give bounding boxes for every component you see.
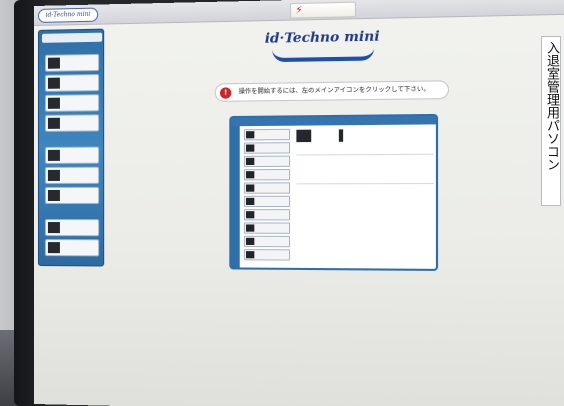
sidebar-item-2[interactable] (45, 74, 99, 92)
emergency-alert-button[interactable]: ⚡ (290, 2, 356, 19)
selected-item-icon (296, 130, 311, 142)
panel-header (231, 116, 436, 126)
building-icon (48, 242, 60, 253)
monitor-screen: id-Techno mini ⚡ id·Techno mini ! 操作を開始す… (34, 0, 564, 406)
person-icon (246, 131, 254, 138)
pc-label-sticker: 入退室管理用パソコン (541, 36, 561, 206)
card-icon (246, 158, 254, 165)
brand-swoosh (272, 48, 374, 62)
alert-icon: ! (220, 87, 231, 98)
sidebar-item-6[interactable] (45, 167, 99, 184)
sidebar-item-1[interactable] (45, 54, 99, 72)
card-icon (48, 98, 60, 109)
card-icon (48, 78, 60, 89)
brand-logo: id·Techno mini (264, 27, 381, 64)
top-bar: id-Techno mini ⚡ (34, 0, 564, 26)
main-menu-description-panel (229, 114, 438, 271)
panel-button-5[interactable] (244, 182, 290, 193)
photo-scene: id-Techno mini ⚡ id·Techno mini ! 操作を開始す… (0, 0, 564, 406)
instruction-text: 操作を開始するには、左のメインアイコンをクリックして下さい。 (239, 86, 430, 96)
panel-button-9[interactable] (244, 236, 290, 247)
panel-button-6[interactable] (244, 196, 290, 207)
gear-icon (48, 190, 60, 201)
list-icon (246, 211, 254, 218)
panel-button-2[interactable] (244, 142, 290, 154)
panel-button-4[interactable] (244, 169, 290, 180)
panel-button-8[interactable] (244, 222, 290, 233)
panel-button-3[interactable] (244, 156, 290, 168)
sidebar-item-5[interactable] (45, 147, 99, 164)
selected-item-marker (339, 129, 343, 141)
pc-label-text: 入退室管理用パソコン (544, 41, 559, 171)
sidebar-item-4[interactable] (45, 114, 99, 132)
panel-description-area (296, 129, 436, 269)
brand-logo-text: id·Techno mini (264, 29, 381, 47)
panel-button-10[interactable] (244, 249, 290, 261)
instruction-notice: ! 操作を開始するには、左のメインアイコンをクリックして下さい。 (215, 80, 449, 102)
sidebar-item-8[interactable] (45, 219, 99, 236)
lightning-icon: ⚡ (295, 5, 302, 18)
app-logo-small: id-Techno mini (38, 8, 98, 23)
card-icon (246, 144, 254, 151)
panel-button-1[interactable] (244, 129, 290, 141)
description-divider (296, 183, 433, 184)
main-sidebar (38, 29, 104, 267)
network-icon (246, 238, 254, 245)
card-icon (48, 118, 60, 129)
list-icon (48, 150, 60, 161)
gear-icon (246, 224, 254, 231)
list-icon (246, 198, 254, 205)
sidebar-top-strip[interactable] (42, 33, 102, 43)
sidebar-item-3[interactable] (45, 94, 99, 112)
sidebar-item-9[interactable] (45, 239, 99, 256)
person-icon (48, 58, 60, 69)
card-icon (246, 171, 254, 178)
building-icon (246, 251, 254, 258)
list-icon (48, 170, 60, 181)
panel-side-strip (231, 126, 239, 267)
sidebar-item-7[interactable] (45, 187, 99, 204)
description-divider (296, 154, 433, 156)
network-icon (48, 222, 60, 233)
list-icon (246, 184, 254, 191)
panel-button-7[interactable] (244, 209, 290, 220)
